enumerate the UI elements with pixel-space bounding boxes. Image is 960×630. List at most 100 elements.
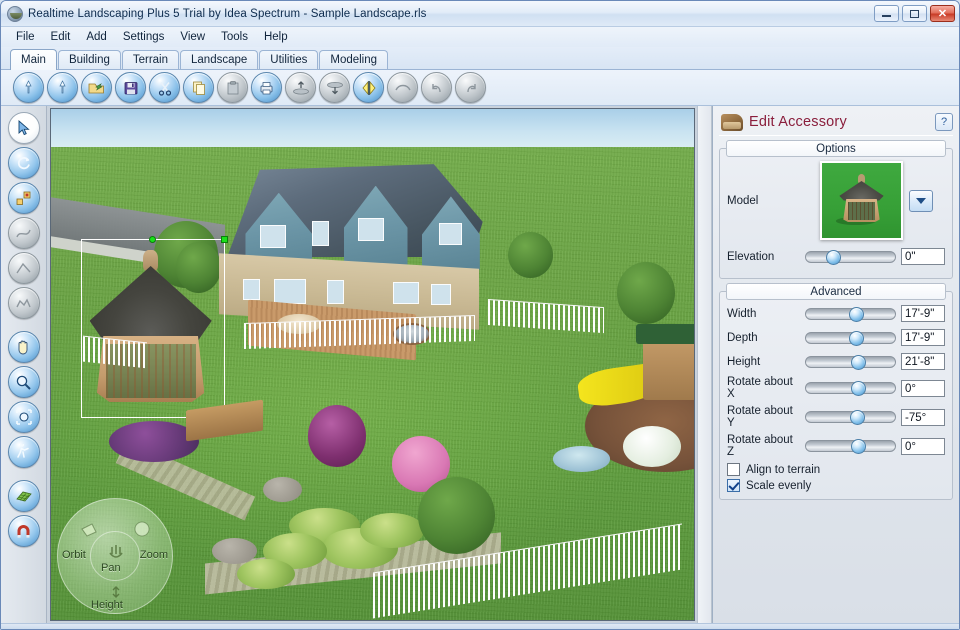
width-label: Width (727, 307, 757, 320)
minimize-button[interactable] (874, 5, 899, 22)
thumbnail-roof (839, 181, 884, 201)
scale-evenly-row[interactable]: Scale evenly (727, 479, 945, 492)
elevation-slider[interactable] (805, 249, 896, 265)
depth-row: Depth 17'-9" (727, 328, 945, 347)
menu-item-view[interactable]: View (173, 29, 212, 45)
3d-viewport[interactable]: Orbit Zoom Pan Height (50, 108, 695, 621)
shade-tree (417, 476, 495, 554)
tab-landscape[interactable]: Landscape (180, 50, 259, 69)
tab-utilities[interactable]: Utilities (259, 50, 319, 69)
rotate-y-slider[interactable] (805, 410, 896, 425)
tree (616, 262, 675, 324)
magnet-snap-tool[interactable] (7, 515, 40, 547)
status-bar (1, 623, 959, 629)
zoom-magnifier-tool[interactable] (7, 366, 40, 398)
gazebo-model[interactable] (89, 247, 212, 405)
new-document-icon[interactable] (13, 72, 44, 103)
depth-slider[interactable] (805, 330, 896, 346)
model-thumbnail[interactable] (820, 161, 903, 240)
navigation-compass[interactable]: Orbit Zoom Pan Height (57, 498, 173, 614)
rotate-tool[interactable] (7, 147, 40, 179)
rotate-x-slider-knob[interactable] (850, 381, 866, 396)
menu-item-add[interactable]: Add (79, 29, 113, 45)
playset-canopy (636, 323, 694, 345)
rotate-z-value[interactable]: 0° (901, 437, 945, 455)
chevron-glyph (916, 197, 926, 204)
tab-terrain[interactable]: Terrain (121, 50, 180, 69)
mirror-flip-icon[interactable] (353, 72, 384, 103)
rotate-x-slider[interactable] (805, 381, 896, 396)
tab-main[interactable]: Main (10, 49, 57, 70)
align-to-terrain-label: Align to terrain (746, 463, 821, 476)
height-slider[interactable] (805, 354, 896, 370)
zoom-to-fit-tool[interactable] (7, 401, 40, 433)
width-row: Width 17'-9" (727, 304, 945, 323)
rotate-z-slider[interactable] (805, 439, 896, 454)
viewport-vertical-scrollbar[interactable] (697, 106, 712, 623)
grid-snap-tool[interactable] (7, 480, 40, 512)
walk-through-tool[interactable] (7, 436, 40, 468)
draw-polygon-tool (7, 252, 40, 284)
align-to-terrain-checkbox[interactable] (727, 463, 740, 476)
maximize-icon (910, 9, 919, 18)
application-window: Realtime Landscaping Plus 5 Trial by Ide… (0, 0, 960, 630)
width-value[interactable]: 17'-9" (901, 305, 945, 322)
door (274, 278, 307, 304)
rotate-y-row: Rotate about Y -75° (727, 405, 945, 429)
rotate-y-value[interactable]: -75° (901, 408, 945, 426)
tab-building[interactable]: Building (57, 50, 121, 69)
height-slider-knob[interactable] (850, 354, 866, 370)
rotate-x-value[interactable]: 0° (901, 379, 945, 397)
edit-accessory-panel: Edit Accessory ? Options Model Elevation… (712, 106, 959, 623)
redo-arrow-icon (455, 72, 486, 103)
menu-item-file[interactable]: File (9, 29, 42, 45)
app-globe-icon (7, 5, 23, 22)
viewport-container: Orbit Zoom Pan Height (47, 106, 697, 623)
copy-objects-tool[interactable] (7, 182, 40, 214)
elevation-slider-knob[interactable] (825, 249, 841, 265)
rotate-x-row: Rotate about X 0° (727, 376, 945, 400)
menu-item-settings[interactable]: Settings (116, 29, 172, 45)
copy-pages-icon[interactable] (183, 72, 214, 103)
house-model[interactable] (202, 150, 491, 362)
help-button[interactable]: ? (935, 113, 953, 131)
panel-title: Edit Accessory (749, 114, 847, 130)
scale-evenly-label: Scale evenly (746, 479, 812, 492)
open-document-icon[interactable] (47, 72, 78, 103)
rotate-y-label: Rotate about Y (727, 405, 793, 429)
align-to-terrain-row[interactable]: Align to terrain (727, 463, 945, 476)
main-toolbar (1, 70, 959, 106)
print-icon[interactable] (251, 72, 282, 103)
close-button[interactable]: ✕ (930, 5, 955, 22)
pan-hand-tool[interactable] (7, 331, 40, 363)
elevation-value[interactable]: 0" (901, 248, 945, 265)
select-arrow-tool[interactable] (7, 112, 40, 144)
rotate-z-slider-knob[interactable] (850, 439, 866, 454)
menu-item-edit[interactable]: Edit (44, 29, 78, 45)
menu-item-tools[interactable]: Tools (214, 29, 255, 45)
gazebo-roof (89, 265, 212, 342)
width-slider[interactable] (805, 306, 896, 322)
depth-slider-knob[interactable] (848, 330, 864, 346)
window (393, 282, 420, 304)
window (358, 217, 385, 242)
depth-value[interactable]: 17'-9" (901, 329, 945, 346)
scale-evenly-checkbox[interactable] (727, 479, 740, 492)
window (242, 278, 260, 301)
cut-scissors-icon[interactable] (149, 72, 180, 103)
window-title: Realtime Landscaping Plus 5 Trial by Ide… (28, 7, 427, 20)
open-folder-icon[interactable] (81, 72, 112, 103)
maximize-button[interactable] (902, 5, 927, 22)
rotate-y-slider-knob[interactable] (849, 410, 865, 425)
rotate-z-label: Rotate about Z (727, 434, 793, 458)
height-value[interactable]: 21'-8" (901, 353, 945, 370)
save-floppy-icon[interactable] (115, 72, 146, 103)
window (439, 223, 463, 245)
height-row: Height 21'-8" (727, 352, 945, 371)
chevron-down-icon[interactable] (909, 189, 933, 212)
tab-modeling[interactable]: Modeling (319, 50, 389, 69)
thumbnail-body (843, 199, 880, 223)
menu-item-help[interactable]: Help (257, 29, 295, 45)
width-slider-knob[interactable] (848, 306, 864, 322)
panel-header: Edit Accessory ? (719, 111, 953, 136)
